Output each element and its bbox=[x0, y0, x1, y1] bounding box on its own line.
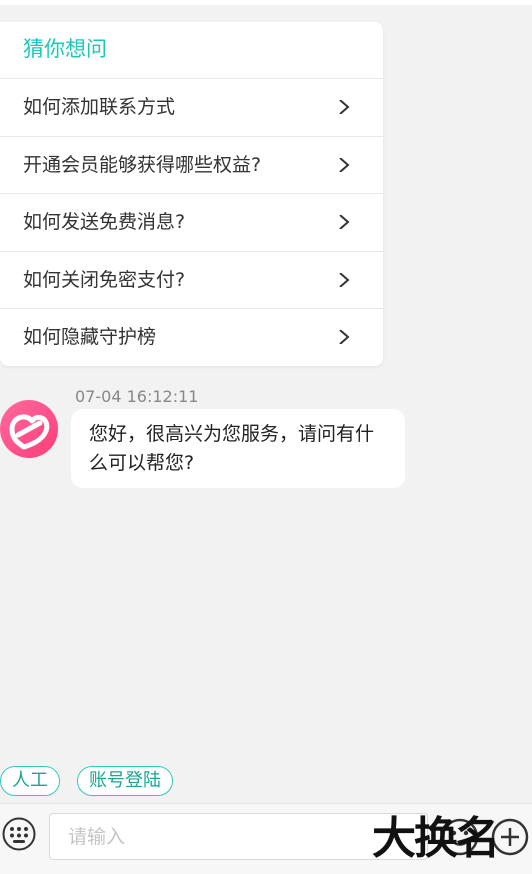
chevron-right-icon bbox=[339, 330, 350, 344]
chevron-right-icon bbox=[339, 100, 350, 114]
status-strip bbox=[0, 0, 532, 5]
faq-item-disable-password-free-pay[interactable]: 如何关闭免密支付? bbox=[0, 252, 383, 309]
faq-item-label: 如何添加联系方式 bbox=[23, 96, 176, 118]
faq-item-label: 如何关闭免密支付? bbox=[23, 268, 186, 291]
faq-item-label: 开通会员能够获得哪些权益? bbox=[23, 153, 262, 176]
faq-item-membership-benefits[interactable]: 开通会员能够获得哪些权益? bbox=[0, 137, 383, 194]
faq-item-label: 如何发送免费消息? bbox=[23, 211, 186, 233]
faq-title: 猜你想问 bbox=[0, 22, 383, 79]
keyboard-icon[interactable] bbox=[2, 817, 36, 851]
chevron-right-icon bbox=[339, 272, 350, 287]
faq-item-free-message[interactable]: 如何发送免费消息? bbox=[0, 194, 383, 252]
chevron-right-icon bbox=[339, 215, 350, 229]
message-timestamp: 07-04 16:12:11 bbox=[75, 387, 199, 406]
watermark-text: 大换名 bbox=[372, 813, 500, 864]
faq-item-hide-guardian-list[interactable]: 如何隐藏守护榜 bbox=[0, 309, 383, 366]
chevron-right-icon bbox=[339, 157, 350, 172]
faq-item-add-contact[interactable]: 如何添加联系方式 bbox=[0, 79, 383, 137]
quick-reply-account-login[interactable]: 账号登陆 bbox=[77, 766, 173, 796]
quick-reply-human-agent[interactable]: 人工 bbox=[0, 766, 60, 796]
faq-card: 猜你想问 如何添加联系方式 开通会员能够获得哪些权益? 如何发送免费消息? 如何… bbox=[0, 22, 383, 366]
brand-logo-avatar[interactable] bbox=[0, 399, 58, 459]
faq-item-label: 如何隐藏守护榜 bbox=[23, 326, 157, 348]
message-bubble: 您好，很高兴为您服务，请问有什么可以帮您? bbox=[71, 409, 405, 488]
